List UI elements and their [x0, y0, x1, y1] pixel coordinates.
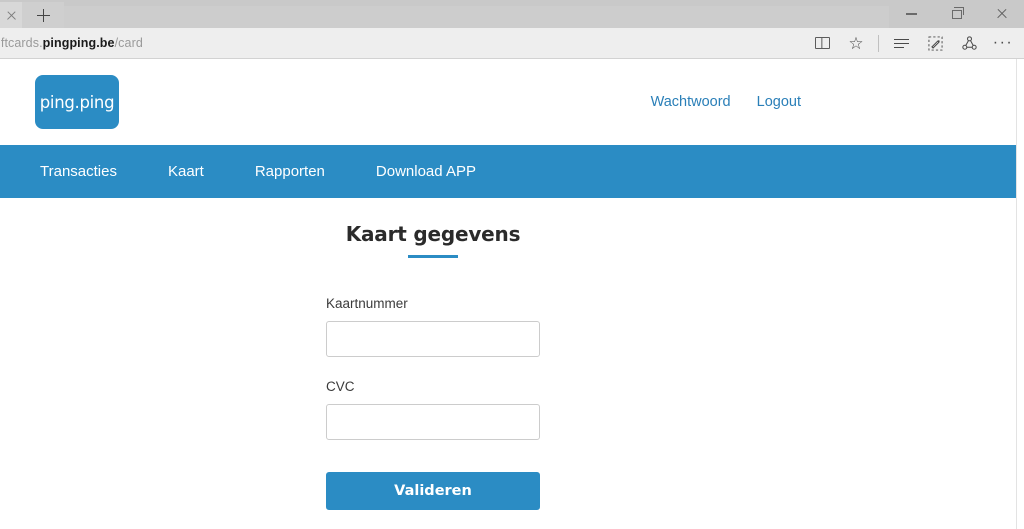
header-link-wachtwoord[interactable]: Wachtwoord [651, 94, 731, 110]
site-header: ping.ping Wachtwoord Logout [0, 59, 1016, 145]
page-viewport: ping.ping Wachtwoord Logout Transacties … [0, 59, 1024, 529]
reading-view-icon [814, 37, 830, 49]
close-icon [996, 8, 1008, 20]
label-cvc: CVC [326, 378, 355, 394]
tab-strip-empty-area [64, 6, 889, 28]
toolbar-icon-group: ☆ ··· [805, 28, 1024, 59]
cvc-input[interactable] [326, 403, 540, 440]
web-page: ping.ping Wachtwoord Logout Transacties … [0, 59, 1016, 529]
more-settings-icon: ··· [992, 34, 1014, 51]
kaartnummer-input[interactable] [326, 320, 540, 357]
url-host: pingping.be [42, 36, 115, 50]
hub-icon [893, 38, 909, 49]
site-logo[interactable]: ping.ping [35, 75, 119, 129]
page-scrollbar[interactable] [1016, 59, 1024, 529]
toolbar-separator [878, 34, 879, 52]
share-icon [961, 35, 977, 50]
nav-item-download-app[interactable]: Download APP [376, 163, 476, 180]
browser-tab[interactable] [0, 2, 22, 28]
main-navigation: Transacties Kaart Rapporten Download APP [0, 145, 1016, 198]
site-logo-text: ping.ping [39, 92, 115, 112]
minimize-icon [906, 13, 917, 15]
nav-item-transacties[interactable]: Transacties [40, 163, 117, 180]
field-cvc: CVC [326, 379, 540, 440]
header-link-group: Wachtwoord Logout [651, 94, 986, 110]
tab-close-icon[interactable] [6, 10, 17, 21]
page-content: Kaart gegevens Kaartnummer CVC Valideren [0, 198, 1016, 510]
browser-window: iftcards.pingping.be/card ☆ ··· ping.pin… [0, 0, 1024, 529]
favorites-star-icon: ☆ [848, 33, 864, 53]
browser-toolbar: iftcards.pingping.be/card ☆ ··· [0, 28, 1024, 59]
favorites-button[interactable]: ☆ [839, 28, 873, 59]
restore-icon [951, 6, 964, 19]
browser-titlebar [0, 0, 1024, 28]
header-link-logout[interactable]: Logout [757, 94, 801, 110]
share-button[interactable] [952, 28, 986, 59]
new-tab-button[interactable] [22, 2, 64, 28]
scrollbar-thumb[interactable] [1017, 59, 1024, 289]
close-button[interactable] [979, 0, 1024, 28]
minimize-button[interactable] [889, 0, 934, 28]
valideren-button[interactable]: Valideren [326, 471, 540, 510]
page-title: Kaart gegevens [345, 222, 521, 246]
address-bar[interactable]: iftcards.pingping.be/card [0, 28, 805, 59]
tab-strip [0, 0, 889, 28]
title-underline-rule [408, 255, 458, 258]
reading-view-button[interactable] [805, 28, 839, 59]
url-prefix: iftcards. [0, 36, 43, 50]
nav-item-rapporten[interactable]: Rapporten [255, 163, 325, 180]
restore-button[interactable] [934, 0, 979, 28]
plus-icon [36, 8, 50, 22]
hub-button[interactable] [884, 28, 918, 59]
url-path: /card [114, 36, 143, 50]
nav-item-kaart[interactable]: Kaart [168, 163, 204, 180]
web-note-icon [927, 35, 943, 51]
field-kaartnummer: Kaartnummer [326, 296, 540, 357]
label-kaartnummer: Kaartnummer [326, 295, 408, 311]
window-controls [889, 0, 1024, 28]
card-details-form: Kaart gegevens Kaartnummer CVC Valideren [326, 222, 540, 510]
address-bar-text: iftcards.pingping.be/card [0, 36, 143, 50]
web-note-button[interactable] [918, 28, 952, 59]
more-settings-button[interactable]: ··· [986, 28, 1020, 59]
